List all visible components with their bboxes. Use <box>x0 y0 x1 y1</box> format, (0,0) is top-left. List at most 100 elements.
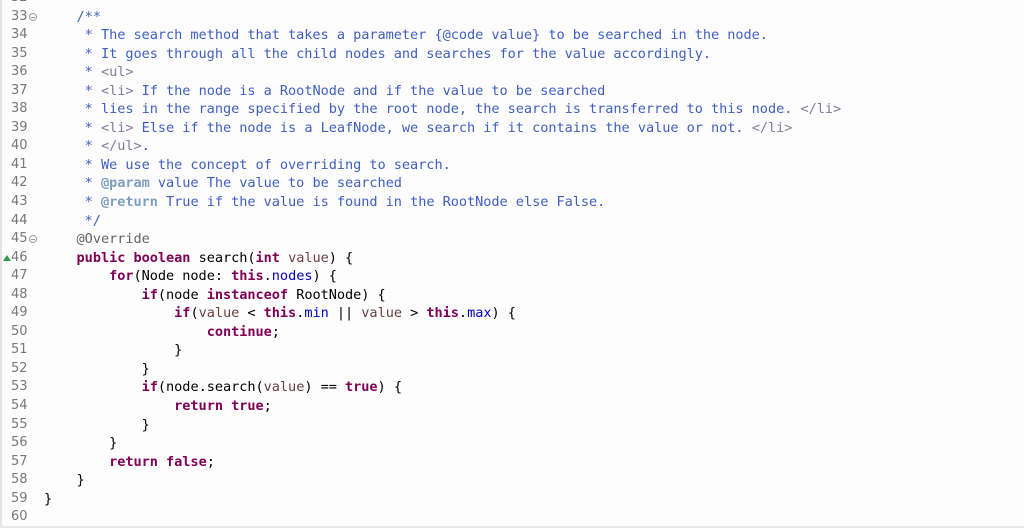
code-token: (node.search( <box>157 379 264 396</box>
code-token: value <box>361 305 402 322</box>
code-token: True if the value is found in the RootNo… <box>157 194 606 211</box>
code-text[interactable]: } <box>44 471 85 490</box>
code-token: <ul> <box>100 64 134 81</box>
line-number: 46 <box>11 249 28 265</box>
line-number: 35 <box>11 45 28 61</box>
line-number: 36 <box>11 64 28 80</box>
code-text[interactable]: * <ul> <box>44 63 134 82</box>
code-text[interactable]: } <box>44 490 52 509</box>
code-token: value The value to be searched <box>149 175 402 192</box>
code-token: @Override <box>76 231 150 248</box>
code-text[interactable]: } <box>44 360 150 379</box>
line-number: 57 <box>11 453 28 469</box>
code-token: * The search method that takes a paramet… <box>44 27 768 44</box>
line-number: 38 <box>11 101 28 117</box>
code-text[interactable]: if(node.search(value) == true) { <box>44 378 402 397</box>
code-text[interactable]: return false; <box>44 453 215 472</box>
code-text[interactable]: * <li> If the node is a RootNode and if … <box>44 82 606 101</box>
code-token: value <box>288 249 329 266</box>
code-token: return <box>109 453 158 470</box>
code-token: * It goes through all the child nodes an… <box>44 45 711 62</box>
code-text[interactable]: @Override <box>44 230 150 249</box>
line-number: 41 <box>11 156 28 172</box>
code-text[interactable]: return true; <box>44 397 272 416</box>
code-text[interactable]: */ <box>44 212 101 231</box>
code-text[interactable]: } <box>44 341 182 360</box>
line-number: 40 <box>11 138 28 154</box>
code-token: int <box>255 249 280 266</box>
line-number: 60 <box>11 509 28 525</box>
code-text[interactable]: * </ul>. <box>44 137 150 156</box>
code-token: ; <box>271 323 280 340</box>
code-token: if <box>141 379 158 396</box>
code-text[interactable]: * lies in the range specified by the roo… <box>44 100 842 119</box>
code-token: if <box>174 305 191 322</box>
line-number: 43 <box>11 194 28 210</box>
code-token: } <box>44 416 150 433</box>
code-token: true <box>345 379 378 396</box>
code-text[interactable]: * <li> Else if the node is a LeafNode, w… <box>44 119 793 138</box>
line-number: 44 <box>11 212 28 228</box>
code-token: value <box>263 379 305 396</box>
code-token: for <box>109 268 134 285</box>
code-text[interactable]: if(value < this.min || value > this.max)… <box>44 304 516 323</box>
code-token: . <box>141 138 150 155</box>
code-token: * <box>44 82 101 99</box>
code-text[interactable]: * It goes through all the child nodes an… <box>44 45 711 64</box>
code-token: * <box>44 138 101 155</box>
code-editor[interactable]: 3233 /**34 * The search method that take… <box>0 0 1024 528</box>
code-token: || <box>328 305 362 322</box>
code-text[interactable]: /** <box>44 8 101 27</box>
code-token: * <box>44 119 101 136</box>
line-number: 47 <box>11 268 28 284</box>
code-token: ) { <box>312 268 337 285</box>
code-text[interactable]: * The search method that takes a paramet… <box>44 26 768 45</box>
code-token: ) == <box>304 379 345 396</box>
code-token: this <box>231 268 264 285</box>
code-token: <li> <box>100 82 134 99</box>
collapse-fold-icon[interactable] <box>29 12 37 21</box>
line-number: 42 <box>11 175 28 191</box>
code-text[interactable]: continue; <box>44 323 280 342</box>
code-token: . <box>263 268 272 285</box>
code-text[interactable]: public boolean search(int value) { <box>44 249 354 268</box>
code-token: </ul> <box>100 138 142 155</box>
line-number: 48 <box>11 286 28 302</box>
code-text[interactable]: * @param value The value to be searched <box>44 174 402 193</box>
code-token: continue <box>206 323 272 340</box>
code-token: } <box>44 435 118 452</box>
code-token: @return <box>100 194 158 211</box>
code-text[interactable]: } <box>44 416 150 435</box>
code-text[interactable]: * @return True if the value is found in … <box>44 193 606 212</box>
line-number: 50 <box>11 323 28 339</box>
code-token: RootNode) { <box>288 286 386 303</box>
code-token: < <box>239 305 264 322</box>
code-token: instanceof <box>206 286 289 303</box>
override-indicator-icon[interactable] <box>3 254 11 261</box>
code-token: /** <box>76 8 101 25</box>
code-token: > <box>401 305 427 322</box>
code-token: (node <box>157 286 207 303</box>
code-token: * <box>44 64 101 81</box>
code-text[interactable]: * We use the concept of overriding to se… <box>44 156 451 175</box>
code-token: If the node is a RootNode and if the val… <box>133 82 606 99</box>
code-token: max <box>467 305 492 322</box>
code-text[interactable]: for(Node node: this.nodes) { <box>44 267 337 286</box>
code-token: * <box>44 175 101 192</box>
code-token: Else if the node is a LeafNode, we searc… <box>133 119 752 136</box>
code-text[interactable]: if(node instanceof RootNode) { <box>44 286 386 305</box>
code-text[interactable]: } <box>44 434 117 453</box>
code-token: ) { <box>491 305 516 322</box>
code-token: ) { <box>328 249 354 266</box>
